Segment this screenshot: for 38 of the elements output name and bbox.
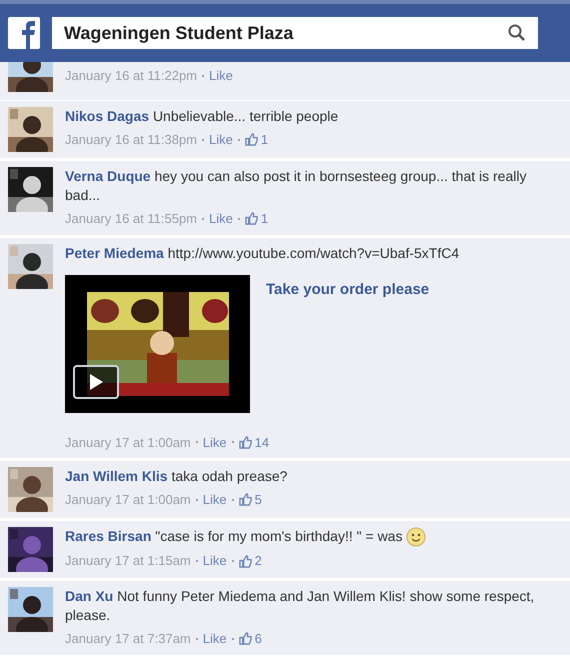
like-count: 1 — [260, 210, 268, 228]
comment-time: January 16 at 11:38pm — [65, 131, 198, 149]
like-link[interactable]: Like — [209, 66, 233, 86]
logo-icon[interactable] — [8, 17, 40, 49]
like-link[interactable]: Like — [209, 130, 233, 150]
comment-text: Dan Xu Not funny Peter Miedema and Jan Willem Klis! show some respect, please. — [65, 587, 536, 625]
like-count: 5 — [254, 491, 262, 509]
comment-time: January 16 at 11:22pm — [65, 67, 198, 85]
thumbs-up-icon — [238, 436, 252, 449]
search-field[interactable]: Wageningen Student Plaza — [52, 17, 538, 49]
thumbs-up-icon — [238, 493, 252, 506]
comment-time: January 17 at 7:37am — [65, 630, 191, 648]
like-link[interactable]: Like — [202, 432, 227, 452]
thumbs-up-icon — [244, 212, 258, 226]
comment-time: January 17 at 1:00am — [65, 434, 191, 452]
thumbs-up-icon — [238, 554, 252, 568]
like-count: 6 — [254, 630, 262, 648]
comment-text: Jan Willem Klis taka odah prease? — [65, 467, 288, 486]
comment-text: Verna Duque hey you can also post it in bornsesteeg group... that is really bad... — [65, 167, 528, 205]
play-button[interactable] — [73, 364, 119, 398]
like-link[interactable]: Like — [202, 629, 227, 648]
like-count: 14 — [254, 434, 270, 452]
video-title-link[interactable]: Take your order please — [266, 274, 430, 412]
comment-text: Peter Miedema http://www.youtube.com/watch?v=Ubaf-5xTfC4 — [65, 244, 460, 262]
play-icon — [88, 372, 104, 390]
like-count: 2 — [254, 552, 262, 570]
comment-time: January 16 at 11:55pm — [65, 210, 198, 228]
like-count: 1 — [260, 131, 268, 149]
comment-time: January 17 at 1:15am — [65, 552, 191, 570]
like-link[interactable]: Like — [202, 490, 227, 510]
thumbs-up-icon — [238, 632, 252, 646]
like-link[interactable]: Like — [202, 551, 227, 571]
comment-text: Nikos Dagas Unbelievable... terrible people — [65, 107, 340, 126]
search-icon — [508, 24, 526, 42]
comment-time: January 17 at 1:00am — [65, 491, 191, 509]
comment-text: Rares Birsan "case is for my mom's birthday!! " = was — [65, 527, 562, 548]
thumbs-up-icon — [244, 133, 258, 146]
like-link[interactable]: Like — [209, 209, 233, 228]
